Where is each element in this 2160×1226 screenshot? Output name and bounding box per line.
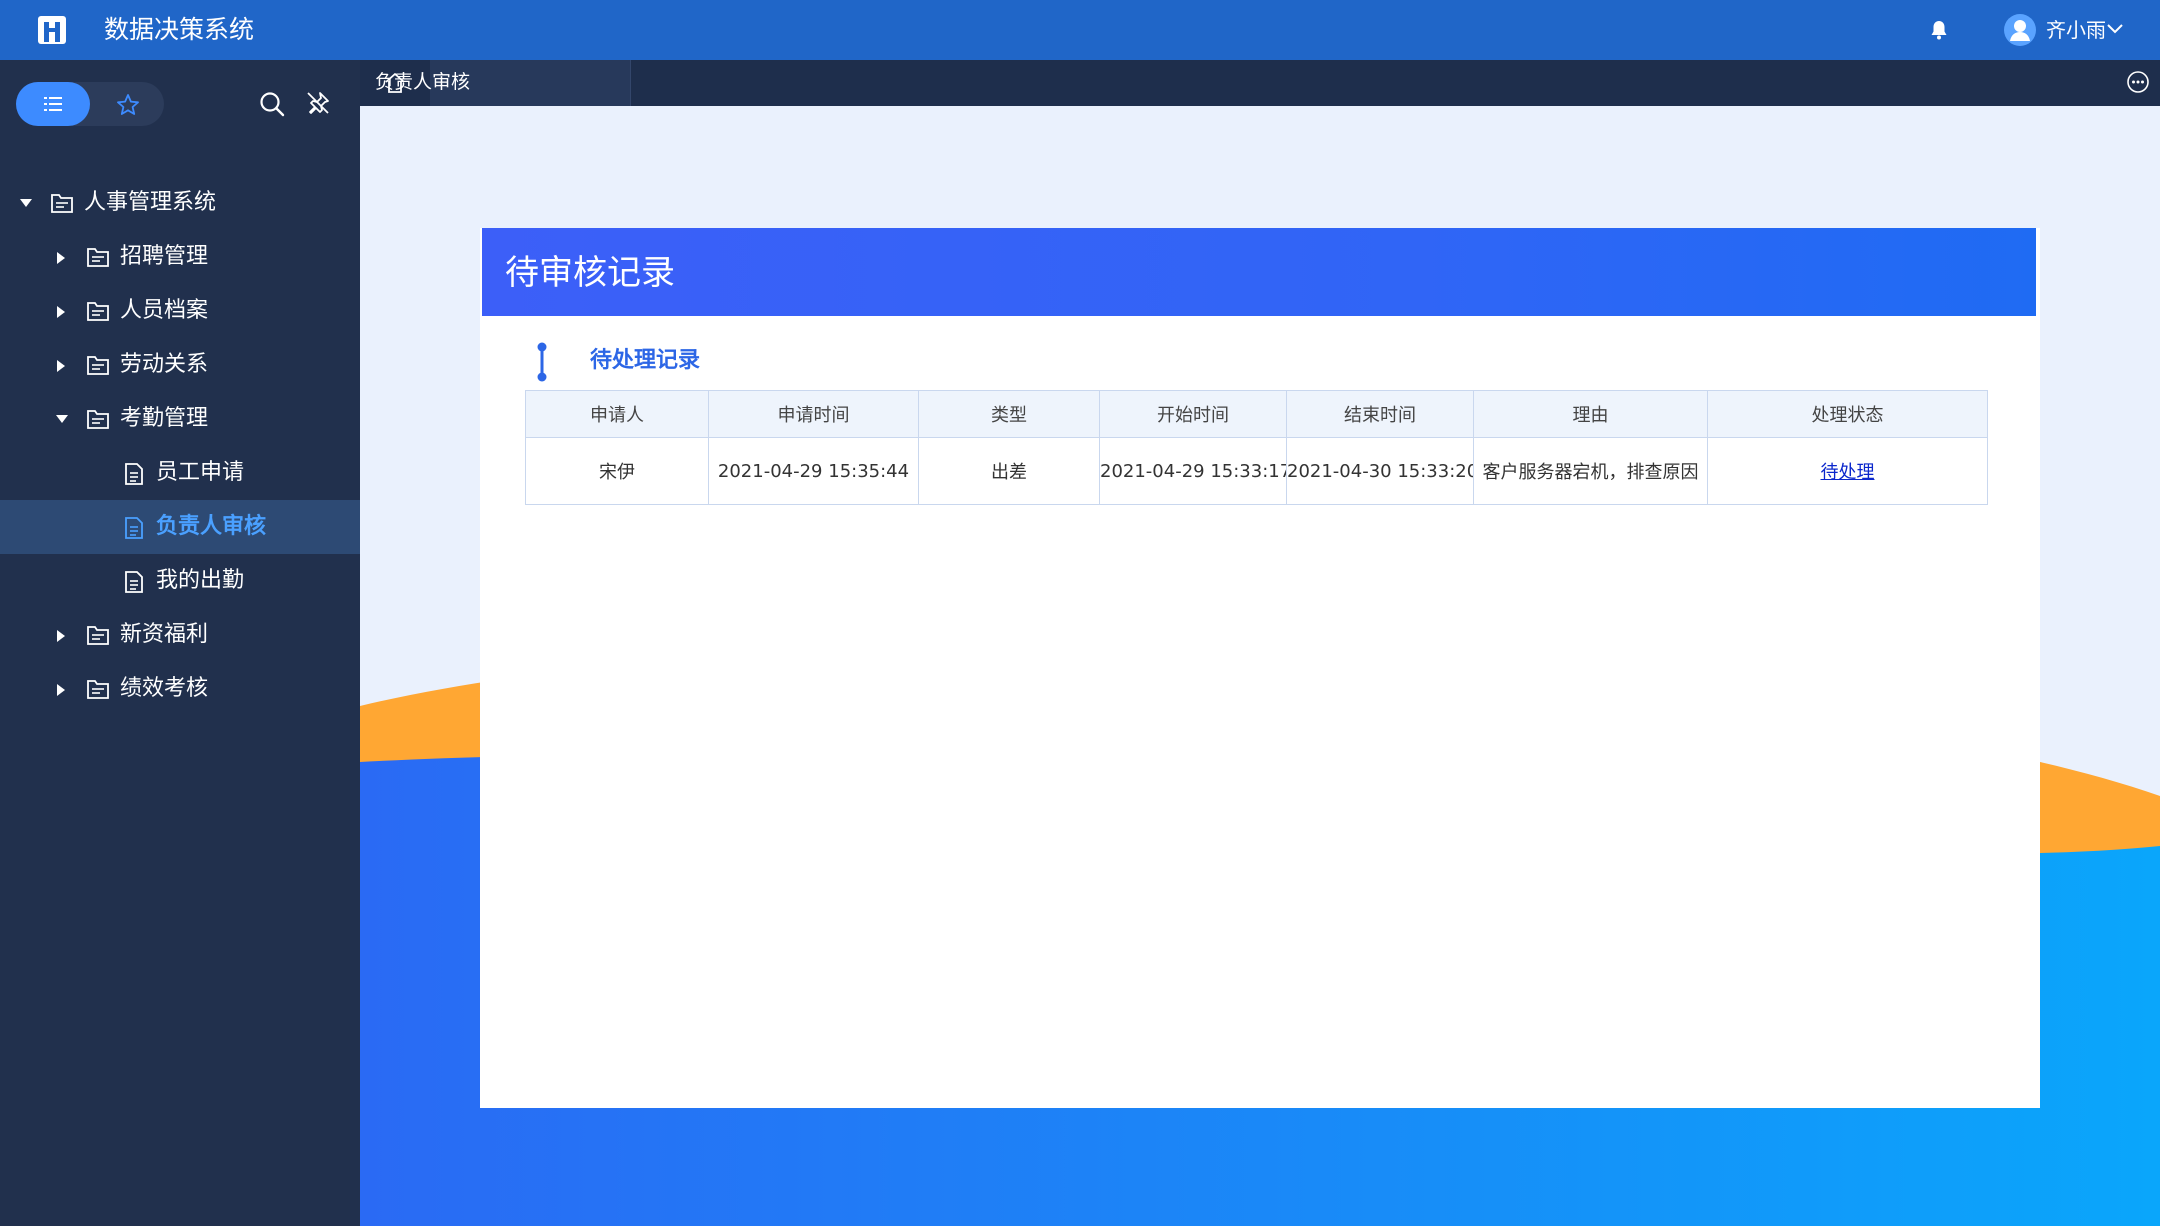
pin-icon[interactable] bbox=[305, 90, 331, 116]
column-header: 结束时间 bbox=[1286, 390, 1474, 438]
sidebar-item-label: 负责人审核 bbox=[156, 514, 267, 539]
sidebar-item-recruitment[interactable]: 招聘管理 bbox=[0, 230, 360, 284]
sidebar-item-label: 劳动关系 bbox=[120, 352, 209, 377]
more-icon[interactable] bbox=[2126, 70, 2150, 94]
sidebar-mode-switch bbox=[16, 82, 164, 126]
sidebar-item-label: 考勤管理 bbox=[120, 406, 209, 431]
sidebar-item-my-attendance[interactable]: 我的出勤 bbox=[0, 554, 360, 608]
user-name[interactable]: 齐小雨 bbox=[2046, 16, 2106, 44]
folder-icon bbox=[87, 626, 109, 645]
column-header: 理由 bbox=[1473, 390, 1708, 438]
cell-start-time: 2021-04-29 15:33:17 bbox=[1099, 437, 1287, 505]
tab-label[interactable]: 负责人审核 bbox=[375, 68, 470, 96]
bell-icon[interactable] bbox=[1927, 18, 1951, 42]
cell-apply-time: 2021-04-29 15:35:44 bbox=[708, 437, 919, 505]
sidebar-item-label: 人事管理系统 bbox=[84, 190, 217, 215]
caret-right-icon bbox=[57, 360, 65, 372]
list-mode-button[interactable] bbox=[16, 82, 90, 126]
document-icon bbox=[125, 517, 143, 539]
cell-status: 待处理 bbox=[1707, 437, 1988, 505]
sidebar-item-performance[interactable]: 绩效考核 bbox=[0, 662, 360, 716]
cell-reason: 客户服务器宕机，排查原因 bbox=[1473, 437, 1708, 505]
column-header: 开始时间 bbox=[1099, 390, 1287, 438]
sidebar-item-label: 招聘管理 bbox=[120, 244, 209, 269]
sidebar-item-label: 人员档案 bbox=[120, 298, 209, 323]
document-icon bbox=[125, 571, 143, 593]
list-icon bbox=[44, 97, 62, 111]
caret-right-icon bbox=[57, 252, 65, 264]
user-avatar-icon[interactable] bbox=[2004, 14, 2036, 46]
column-header: 申请人 bbox=[525, 390, 709, 438]
column-header: 申请时间 bbox=[708, 390, 919, 438]
document-icon bbox=[125, 463, 143, 485]
top-bar: 数据决策系统 齐小雨 bbox=[0, 0, 2160, 60]
table-header-row: 申请人 申请时间 类型 开始时间 结束时间 理由 处理状态 bbox=[525, 390, 1988, 438]
cell-type: 出差 bbox=[918, 437, 1100, 505]
card-title: 待审核记录 bbox=[505, 253, 675, 293]
folder-icon bbox=[87, 680, 109, 699]
folder-icon bbox=[87, 248, 109, 267]
column-header: 类型 bbox=[918, 390, 1100, 438]
card-header bbox=[482, 228, 2036, 316]
cell-end-time: 2021-04-30 15:33:20 bbox=[1286, 437, 1474, 505]
folder-icon bbox=[87, 356, 109, 375]
sidebar-item-hr-system[interactable]: 人事管理系统 bbox=[0, 176, 360, 230]
sidebar: 人事管理系统 招聘管理 人员档案 劳动关系 考勤管理 员工申请 负责人审核 我的… bbox=[0, 60, 360, 1226]
sidebar-item-label: 新资福利 bbox=[120, 622, 209, 647]
sidebar-item-label: 我的出勤 bbox=[156, 568, 245, 593]
caret-down-icon bbox=[20, 199, 32, 207]
folder-icon bbox=[87, 302, 109, 321]
chevron-down-icon[interactable] bbox=[2106, 22, 2124, 36]
caret-right-icon bbox=[57, 306, 65, 318]
caret-right-icon bbox=[57, 684, 65, 696]
folder-icon bbox=[87, 410, 109, 429]
pending-review-card bbox=[480, 228, 2040, 1108]
caret-right-icon bbox=[57, 630, 65, 642]
process-status-link[interactable]: 待处理 bbox=[1821, 462, 1875, 483]
section-title: 待处理记录 bbox=[590, 348, 701, 373]
logo-icon bbox=[38, 16, 66, 44]
sidebar-item-employee-application[interactable]: 员工申请 bbox=[0, 446, 360, 500]
tab-bar bbox=[360, 60, 2160, 106]
pending-records-table: 申请人 申请时间 类型 开始时间 结束时间 理由 处理状态 宋伊 2021-04… bbox=[525, 390, 1988, 505]
column-header: 处理状态 bbox=[1707, 390, 1988, 438]
search-icon[interactable] bbox=[258, 90, 286, 118]
sidebar-item-personnel-files[interactable]: 人员档案 bbox=[0, 284, 360, 338]
sidebar-item-label: 绩效考核 bbox=[120, 676, 209, 701]
sidebar-item-attendance[interactable]: 考勤管理 bbox=[0, 392, 360, 446]
cell-applicant: 宋伊 bbox=[525, 437, 709, 505]
sidebar-item-label: 员工申请 bbox=[156, 460, 245, 485]
section-marker-icon bbox=[537, 342, 547, 382]
sidebar-item-salary-benefits[interactable]: 新资福利 bbox=[0, 608, 360, 662]
table-row: 宋伊 2021-04-29 15:35:44 出差 2021-04-29 15:… bbox=[525, 437, 1988, 505]
favorites-mode-button[interactable] bbox=[90, 82, 164, 126]
sidebar-item-manager-review[interactable]: 负责人审核 bbox=[0, 500, 360, 554]
sidebar-item-labor-relations[interactable]: 劳动关系 bbox=[0, 338, 360, 392]
star-icon bbox=[117, 94, 139, 115]
caret-down-icon bbox=[56, 415, 68, 423]
folder-icon bbox=[51, 194, 73, 213]
app-title: 数据决策系统 bbox=[104, 15, 255, 44]
